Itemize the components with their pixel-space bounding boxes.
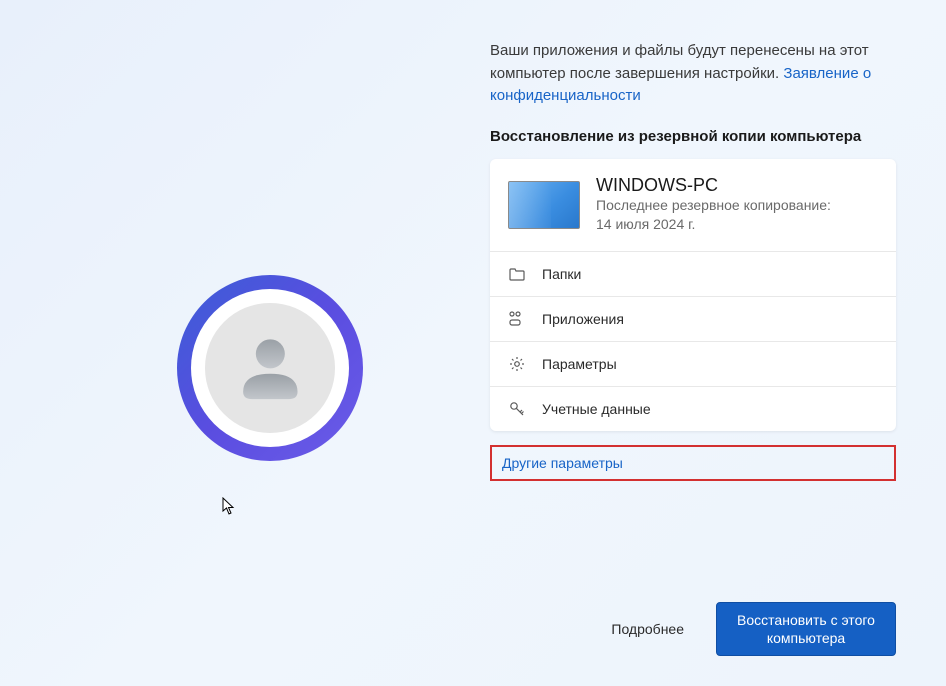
row-settings[interactable]: Параметры: [490, 341, 896, 386]
person-icon: [225, 323, 316, 414]
row-settings-label: Параметры: [542, 356, 617, 372]
intro-text: Ваши приложения и файлы будут перенесены…: [490, 40, 896, 108]
backup-card-header[interactable]: WINDOWS-PC Последнее резервное копирован…: [490, 159, 896, 251]
row-apps[interactable]: Приложения: [490, 296, 896, 341]
pc-name: WINDOWS-PC: [596, 175, 878, 196]
row-credentials[interactable]: Учетные данные: [490, 386, 896, 431]
apps-icon: [508, 311, 526, 327]
row-folders[interactable]: Папки: [490, 251, 896, 296]
folder-icon: [508, 267, 526, 281]
backup-card: WINDOWS-PC Последнее резервное копирован…: [490, 159, 896, 431]
last-backup-date: 14 июля 2024 г.: [596, 215, 878, 235]
key-icon: [508, 401, 526, 417]
left-illustration-panel: [50, 40, 490, 656]
footer-actions: Подробнее Восстановить с этого компьютер…: [607, 602, 896, 656]
details-button[interactable]: Подробнее: [607, 613, 688, 645]
gear-icon: [508, 356, 526, 372]
user-avatar: [177, 275, 363, 461]
pc-thumbnail: [508, 181, 580, 229]
row-credentials-label: Учетные данные: [542, 401, 651, 417]
last-backup-label: Последнее резервное копирование:: [596, 196, 878, 216]
restore-button[interactable]: Восстановить с этого компьютера: [716, 602, 896, 656]
section-title: Восстановление из резервной копии компью…: [490, 128, 896, 145]
row-folders-label: Папки: [542, 266, 581, 282]
right-content-panel: Ваши приложения и файлы будут перенесены…: [490, 40, 896, 656]
row-apps-label: Приложения: [542, 311, 624, 327]
more-options-link[interactable]: Другие параметры: [490, 445, 896, 481]
